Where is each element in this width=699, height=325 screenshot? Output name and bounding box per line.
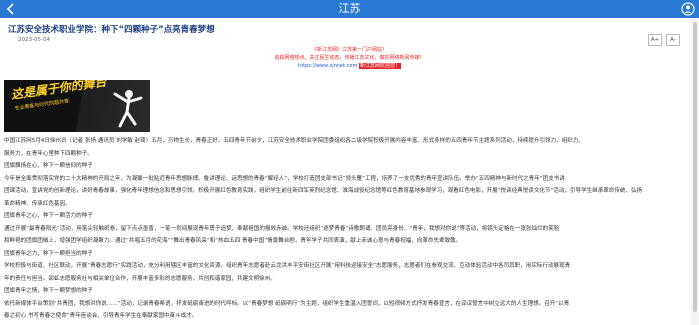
article-paragraph: 学校积极与街道、社区联动，开展“青春志愿行”实践活动，充分利用辖区丰富的文化资源…: [4, 263, 571, 269]
article-paragraph: 通过开展“最青春阳光”活动，用笔尖轻触纸卷，留下点点墨香，一笔一划间展现青年勇于…: [4, 225, 560, 232]
article-paragraph: 年的责任与担当。邵虹志愿服务社与相关单位合作，开展丰富多彩的志愿服务，共创和谐家…: [4, 275, 276, 282]
article-container: 江苏安全技术职业学院：种下“四颗种子”点亮青春梦想 2023-05-04 A+ …: [0, 18, 699, 325]
article-paragraph: 和鲜艳的团旗团徽上，增强团学组织凝聚力。通过“共唱五月的花海”“舞出青春风采”和…: [4, 238, 462, 244]
article-paragraph: 团课活动，宣讲党的创新理论，讲好青春故事，强化青年理想信念和思想引领。积极开展红…: [4, 188, 643, 194]
font-increase-button[interactable]: A+: [648, 34, 662, 46]
page-title: 江苏: [338, 2, 361, 15]
article-headline: 江苏安全技术职业学院：种下“四颗种子”点亮青春梦想: [8, 25, 215, 35]
article-banner-image: 这是属于你的舞台 专业青春与时代同题共答: [4, 80, 150, 132]
article-paragraph: 团旗青年之心，种下一颗活力的种子: [4, 213, 93, 219]
article-paragraph: 中国江苏网5月4日徐州讯（记者 张扬 通讯员 刘学敏 赵琦）五月，万物生长，青春…: [4, 138, 584, 144]
article-date: 2023-05-04: [18, 37, 50, 43]
user-icon[interactable]: [681, 2, 695, 16]
notice-line-3: https://www.xjnnet.com 新江苏网欢迎您！: [0, 62, 699, 69]
top-bar: 江苏: [0, 0, 699, 18]
article-paragraph: 团旗青年之力，种下一颗担当的种子: [4, 250, 93, 257]
vertical-scrollbar[interactable]: [691, 18, 699, 325]
notice-text-2: 追踪网络热点，关注民生动态，传播江苏文化，做好网络新闻传媒！: [274, 55, 425, 61]
notice-text-1: 《新江苏网》江苏第一门户网站！: [311, 47, 387, 53]
article-paragraph: 春之初心 书写青春之使命”青年座谈会，引导青年学生在奉献家国中奋斗成才。: [4, 313, 198, 319]
site-url-link[interactable]: https://www.xjnnet.com: [298, 63, 357, 69]
notice-line-1: 《新江苏网》江苏第一门户网站！: [0, 46, 699, 53]
article-paragraph: 依托新媒体平台策划“共青团，我想对你说……”活动，记录青春希语，抒发砥砺奋进的时…: [4, 300, 570, 307]
dancer-silhouette-icon: [113, 90, 143, 128]
scrollbar-thumb[interactable]: [693, 22, 697, 312]
article-paragraph: 团旗青年之情，种下一颗梦想的种子: [4, 288, 93, 294]
site-welcome-link[interactable]: 新江苏网欢迎您！: [358, 63, 401, 69]
article-paragraph: 今年是全面贯彻落实党的二十大精神的开局之年，为凝聚一批贴近青年思想脉搏、鲁讲理论…: [4, 175, 565, 182]
font-decrease-button[interactable]: A-: [666, 34, 680, 46]
article-paragraph: 团旗飘扬在心，种下一颗信仰的种子: [4, 163, 93, 169]
article-paragraph: 革命精神、传承红色基因。: [4, 200, 71, 207]
article-paragraph: 服务力，在青年心里种下四颗种子。: [4, 150, 93, 157]
notice-line-2: 追踪网络热点，关注民生动态，传播江苏文化，做好网络新闻传媒！: [0, 54, 699, 61]
